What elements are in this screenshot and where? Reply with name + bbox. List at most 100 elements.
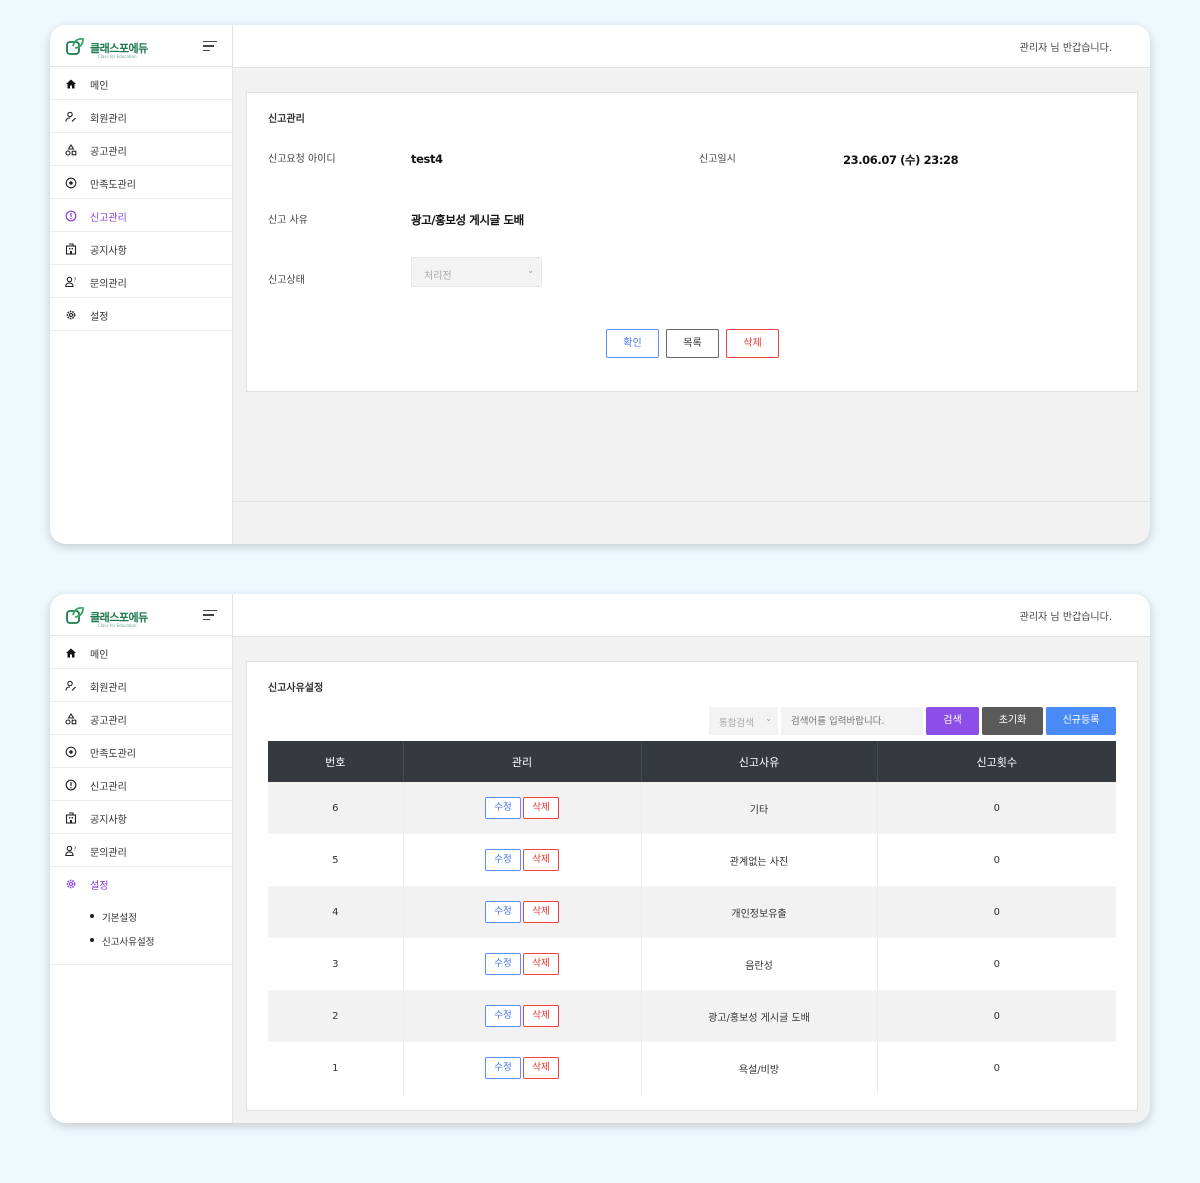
delete-button[interactable]: 삭제 — [523, 901, 559, 923]
logo-row: 클래스포에듀 Class for Education — [50, 594, 232, 636]
logo-icon — [66, 606, 84, 624]
reason-settings-card: 신고사유설정 통합검색 ⌄ 검색 초기화 신규등록 번호 관리 신고사유 신고횟… — [246, 661, 1138, 1111]
submenu-item-reason-settings[interactable]: 신고사유설정 — [50, 930, 232, 954]
user-question-icon: ? — [65, 276, 77, 288]
table-header-row: 번호 관리 신고사유 신고횟수 — [268, 741, 1116, 782]
sidebar-item-announcements[interactable]: 공지사항 — [50, 801, 232, 834]
delete-button[interactable]: 삭제 — [523, 849, 559, 871]
brand-tagline: Class for Education — [98, 54, 137, 59]
delete-button[interactable]: 삭제 — [523, 953, 559, 975]
chevron-down-icon: ⌄ — [527, 266, 534, 275]
report-detail-window: 클래스포에듀 Class for Education 메인 회원관리 공고관리 … — [50, 25, 1150, 544]
row-number: 5 — [268, 834, 404, 886]
row-actions: 수정 삭제 — [403, 886, 642, 938]
table-row: 5 수정 삭제 관계없는 사진 0 — [268, 834, 1116, 886]
submenu-item-label: 신고사유설정 — [102, 937, 155, 948]
sidebar-item-notices[interactable]: 공고관리 — [50, 702, 232, 735]
sidebar-item-label: 문의관리 — [90, 279, 127, 290]
edit-button[interactable]: 수정 — [485, 901, 521, 923]
sidebar-item-label: 회원관리 — [90, 683, 127, 694]
sidebar-item-label: 공지사항 — [90, 815, 127, 826]
row-reason: 욕설/비방 — [641, 1042, 878, 1094]
table-row: 3 수정 삭제 음란성 0 — [268, 938, 1116, 990]
sidebar-item-reports[interactable]: 신고관리 — [50, 199, 232, 232]
home-icon — [66, 79, 76, 89]
alert-circle-icon — [65, 210, 77, 222]
confirm-button[interactable]: 확인 — [606, 329, 659, 358]
edit-button[interactable]: 수정 — [485, 849, 521, 871]
chevron-down-icon: ⌄ — [765, 714, 772, 723]
report-date-value: 23.06.07 (수) 23:28 — [843, 153, 959, 167]
edit-button[interactable]: 수정 — [485, 953, 521, 975]
requester-label: 신고요청 아이디 — [268, 154, 336, 165]
building-icon — [65, 812, 77, 824]
status-select-value: 처리전 — [424, 271, 452, 282]
logo-row: 클래스포에듀 Class for Education — [50, 25, 232, 67]
sidebar-item-label: 공고관리 — [90, 147, 127, 158]
edit-button[interactable]: 수정 — [485, 797, 521, 819]
edit-button[interactable]: 수정 — [485, 1057, 521, 1079]
delete-button[interactable]: 삭제 — [523, 1005, 559, 1027]
search-button[interactable]: 검색 — [926, 707, 979, 735]
sidebar-item-inquiries[interactable]: ? 문의관리 — [50, 265, 232, 298]
page-title: 신고관리 — [268, 114, 305, 125]
page-title: 신고사유설정 — [268, 683, 324, 694]
building-icon — [65, 243, 77, 255]
target-icon — [65, 177, 77, 189]
sidebar-item-members[interactable]: 회원관리 — [50, 100, 232, 133]
target-icon — [65, 746, 77, 758]
greeting-text: 관리자 님 반갑습니다. — [1019, 43, 1112, 54]
row-count: 0 — [877, 782, 1116, 834]
delete-button[interactable]: 삭제 — [523, 1057, 559, 1079]
row-reason: 개인정보유출 — [641, 886, 878, 938]
sidebar-item-reports[interactable]: 신고관리 — [50, 768, 232, 801]
sidebar-item-label: 메인 — [90, 650, 109, 661]
search-input[interactable] — [781, 707, 923, 735]
bullet-icon — [90, 938, 94, 942]
sidebar-item-members[interactable]: 회원관리 — [50, 669, 232, 702]
row-number: 4 — [268, 886, 404, 938]
list-button[interactable]: 목록 — [666, 329, 719, 358]
sidebar: 클래스포에듀 Class for Education 메인 회원관리 공고관리 … — [50, 594, 233, 1123]
sidebar-item-main[interactable]: 메인 — [50, 67, 232, 100]
row-count: 0 — [993, 1062, 1000, 1074]
menu-toggle-icon[interactable] — [203, 41, 217, 52]
sidebar-item-settings[interactable]: 설정 — [50, 298, 232, 331]
sidebar-item-settings[interactable]: 설정 — [50, 867, 232, 900]
submenu-item-basic-settings[interactable]: 기본설정 — [50, 906, 232, 930]
table-row: 1 수정 삭제 욕설/비방 0 — [268, 1042, 1116, 1094]
sidebar-item-inquiries[interactable]: ? 문의관리 — [50, 834, 232, 867]
reason-value: 광고/홍보성 게시글 도배 — [411, 213, 524, 227]
row-reason: 기타 — [641, 782, 878, 834]
search-type-value: 통합검색 — [719, 718, 754, 729]
reason-label: 신고 사유 — [268, 215, 308, 226]
delete-button[interactable]: 삭제 — [523, 797, 559, 819]
sidebar-item-label: 만족도관리 — [90, 749, 136, 760]
delete-button[interactable]: 삭제 — [726, 329, 779, 358]
sidebar-item-main[interactable]: 메인 — [50, 636, 232, 669]
sidebar-item-label: 공지사항 — [90, 246, 127, 257]
add-reason-button[interactable]: 신규등록 — [1046, 707, 1116, 735]
sidebar-item-label: 문의관리 — [90, 848, 127, 859]
status-select[interactable]: 처리전 ⌄ — [411, 257, 542, 287]
sidebar-item-notices[interactable]: 공고관리 — [50, 133, 232, 166]
sidebar-item-label: 회원관리 — [90, 114, 127, 125]
row-actions: 수정 삭제 — [403, 990, 642, 1042]
row-actions: 수정 삭제 — [403, 782, 642, 834]
sidebar-item-label: 만족도관리 — [90, 180, 136, 191]
row-actions: 수정 삭제 — [403, 1042, 642, 1094]
sidebar-item-satisfaction[interactable]: 만족도관리 — [50, 735, 232, 768]
menu-toggle-icon[interactable] — [203, 610, 217, 621]
sidebar-item-label: 신고관리 — [90, 213, 127, 224]
row-actions: 수정 삭제 — [403, 834, 642, 886]
sidebar-item-announcements[interactable]: 공지사항 — [50, 232, 232, 265]
search-type-select[interactable]: 통합검색 ⌄ — [709, 707, 778, 735]
edit-button[interactable]: 수정 — [485, 1005, 521, 1027]
reset-button[interactable]: 초기화 — [982, 707, 1043, 735]
top-bar: 관리자 님 반갑습니다. — [233, 594, 1150, 637]
sidebar-item-label: 신고관리 — [90, 782, 127, 793]
submenu-item-label: 기본설정 — [102, 913, 137, 924]
brand-tagline: Class for Education — [98, 623, 137, 628]
sidebar-item-satisfaction[interactable]: 만족도관리 — [50, 166, 232, 199]
shapes-icon — [65, 144, 77, 156]
